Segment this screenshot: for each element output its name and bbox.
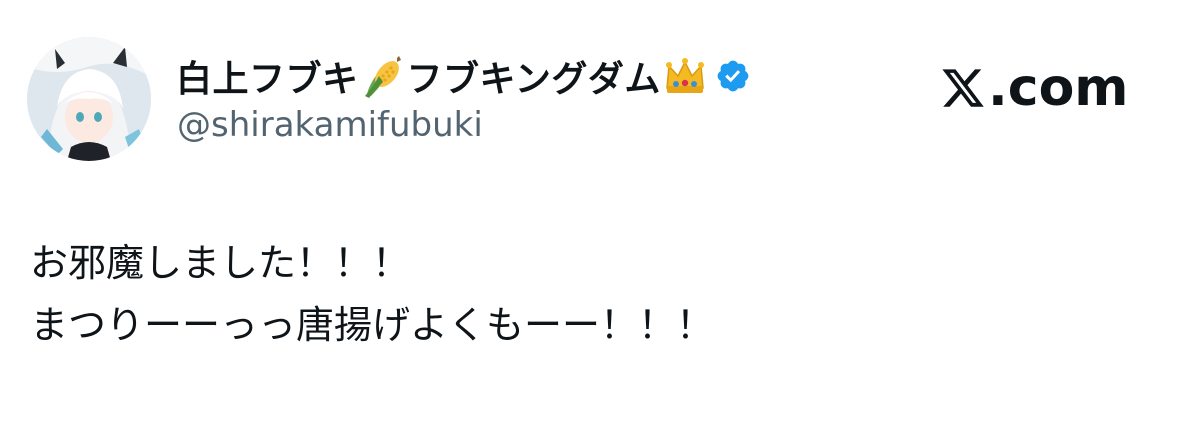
avatar-image — [27, 37, 151, 161]
user-handle[interactable]: @shirakamifubuki — [177, 105, 483, 145]
verified-badge-icon — [715, 58, 751, 94]
tweet-text: お邪魔しました！！！ まつりーーっっ唐揚げよくもーー！！！ — [30, 232, 714, 356]
x-logo-icon — [940, 65, 986, 111]
tweet-card: 白上フブキ フブキングダム @shirakamifubuki .com お邪魔し… — [0, 0, 1179, 424]
display-name-part1: 白上フブキ — [176, 59, 359, 100]
corn-emoji-icon — [361, 54, 405, 98]
display-name-part2: フブキングダム — [406, 59, 661, 100]
brand-suffix: .com — [988, 58, 1129, 118]
crown-emoji-icon — [663, 54, 707, 98]
avatar[interactable] — [27, 37, 151, 161]
x-brand-watermark: .com — [940, 58, 1129, 118]
tweet-text-line-1: お邪魔しました！！！ — [30, 241, 411, 285]
tweet-text-line-2: まつりーーっっ唐揚げよくもーー！！！ — [30, 303, 715, 347]
display-name[interactable]: 白上フブキ フブキングダム — [176, 50, 751, 102]
